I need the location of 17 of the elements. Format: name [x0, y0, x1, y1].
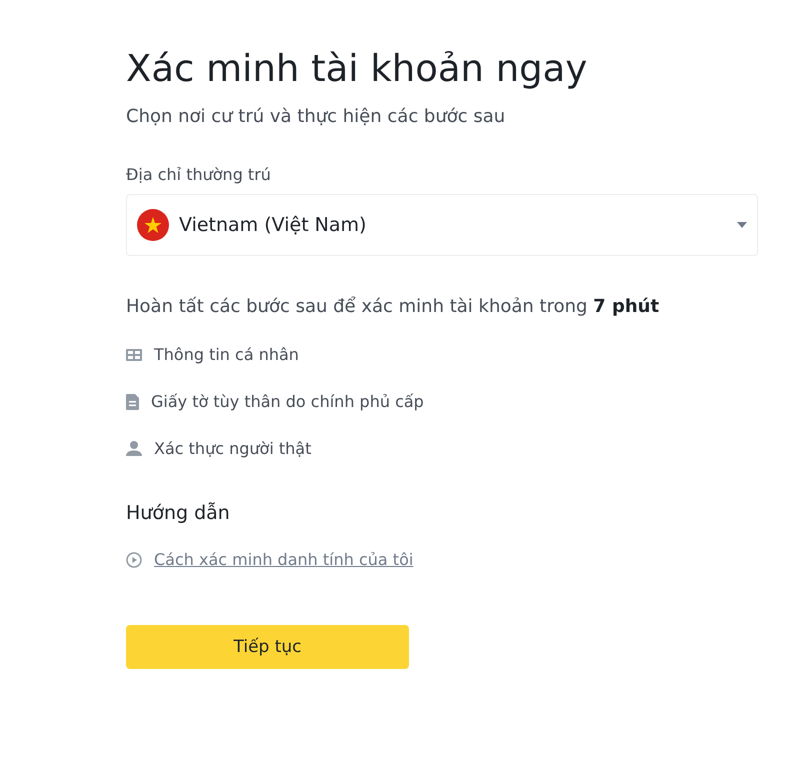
table-icon: [126, 348, 142, 360]
page-title: Xác minh tài khoản ngay: [126, 46, 588, 92]
continue-button[interactable]: Tiếp tục: [126, 625, 409, 669]
steps-intro: Hoàn tất các bước sau để xác minh tài khoản trong 7 phút: [126, 296, 660, 317]
country-select[interactable]: Vietnam (Việt Nam): [126, 194, 758, 256]
step-label: Xác thực người thật: [154, 439, 312, 458]
person-icon: [126, 441, 142, 456]
field-label: Địa chỉ thường trú: [126, 165, 272, 184]
subtitle: Chọn nơi cư trú và thực hiện các bước sau: [126, 106, 506, 127]
step-label: Giấy tờ tùy thân do chính phủ cấp: [151, 392, 424, 411]
guide-link[interactable]: Cách xác minh danh tính của tôi: [154, 550, 414, 569]
play-icon: [126, 552, 142, 568]
flag-icon: [137, 209, 169, 241]
section-heading: Hướng dẫn: [126, 502, 231, 524]
step-label: Thông tin cá nhân: [154, 345, 299, 364]
document-icon: [126, 394, 139, 410]
caret-icon: [737, 222, 747, 228]
